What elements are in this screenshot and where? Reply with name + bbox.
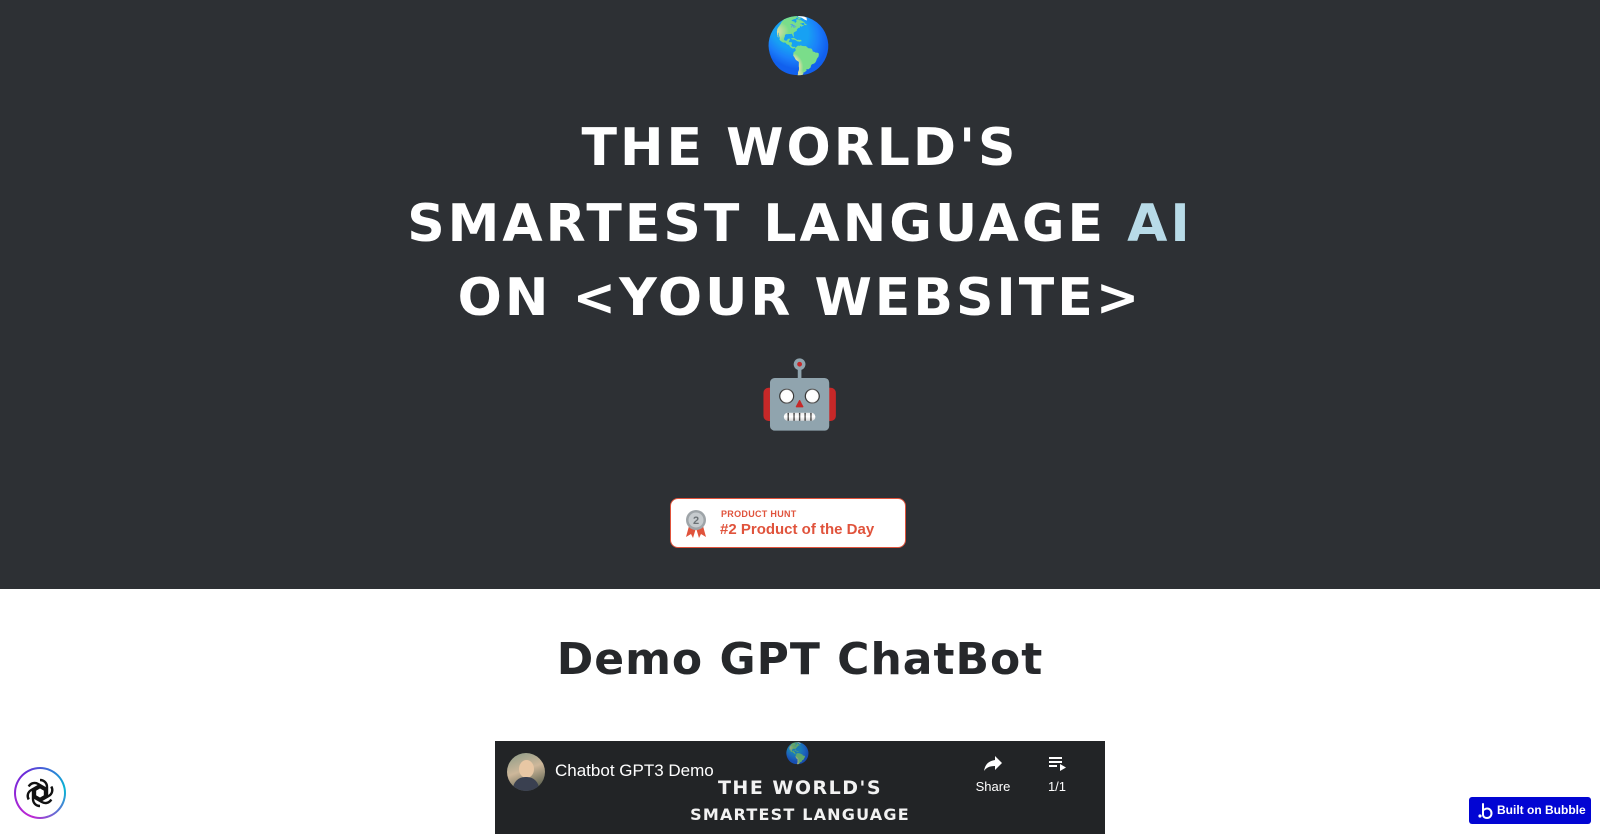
bubble-logo-icon bbox=[1478, 803, 1493, 819]
playlist-count: 1/1 bbox=[1047, 779, 1067, 794]
globe-emoji-icon: 🌎 bbox=[765, 14, 833, 77]
product-hunt-eyebrow: PRODUCT HUNT bbox=[721, 509, 797, 519]
product-hunt-badge[interactable]: 2 PRODUCT HUNT #2 Product of the Day bbox=[670, 498, 906, 548]
video-globe-emoji-icon: 🌎 bbox=[785, 741, 810, 765]
headline-line-3: ON <YOUR WEBSITE> bbox=[457, 268, 1143, 328]
medal-number: 2 bbox=[693, 515, 699, 527]
chatbot-launcher-button[interactable] bbox=[14, 767, 66, 819]
share-button[interactable]: Share bbox=[965, 751, 1021, 794]
robot-emoji-icon: 🤖 bbox=[758, 356, 842, 433]
headline-ai-accent: AI bbox=[1127, 194, 1193, 254]
medal-icon: 2 bbox=[686, 510, 706, 538]
playlist-button[interactable]: 1/1 bbox=[1035, 751, 1079, 794]
demo-section-title: Demo GPT ChatBot bbox=[556, 634, 1044, 685]
youtube-video-embed[interactable]: 🌎 Chatbot GPT3 Demo THE WORLD'S SMARTEST… bbox=[495, 741, 1105, 834]
openai-logo-icon bbox=[26, 778, 54, 808]
playlist-icon bbox=[1049, 757, 1066, 771]
share-label: Share bbox=[975, 779, 1011, 794]
share-icon bbox=[984, 756, 1002, 771]
headline-line-1: THE WORLD'S bbox=[581, 118, 1019, 178]
built-on-bubble-label: Built on Bubble bbox=[1497, 803, 1586, 817]
hero-section: 🌎 THE WORLD'S SMARTEST LANGUAGE AI ON <Y… bbox=[0, 0, 1600, 589]
video-frame-line-2: SMARTEST LANGUAGE bbox=[690, 805, 910, 824]
product-hunt-title: #2 Product of the Day bbox=[720, 521, 875, 538]
headline-line-2-main: SMARTEST LANGUAGE bbox=[407, 194, 1107, 254]
built-on-bubble-button[interactable]: Built on Bubble bbox=[1469, 797, 1591, 824]
headline-line-2: SMARTEST LANGUAGE AI bbox=[0, 194, 1600, 254]
